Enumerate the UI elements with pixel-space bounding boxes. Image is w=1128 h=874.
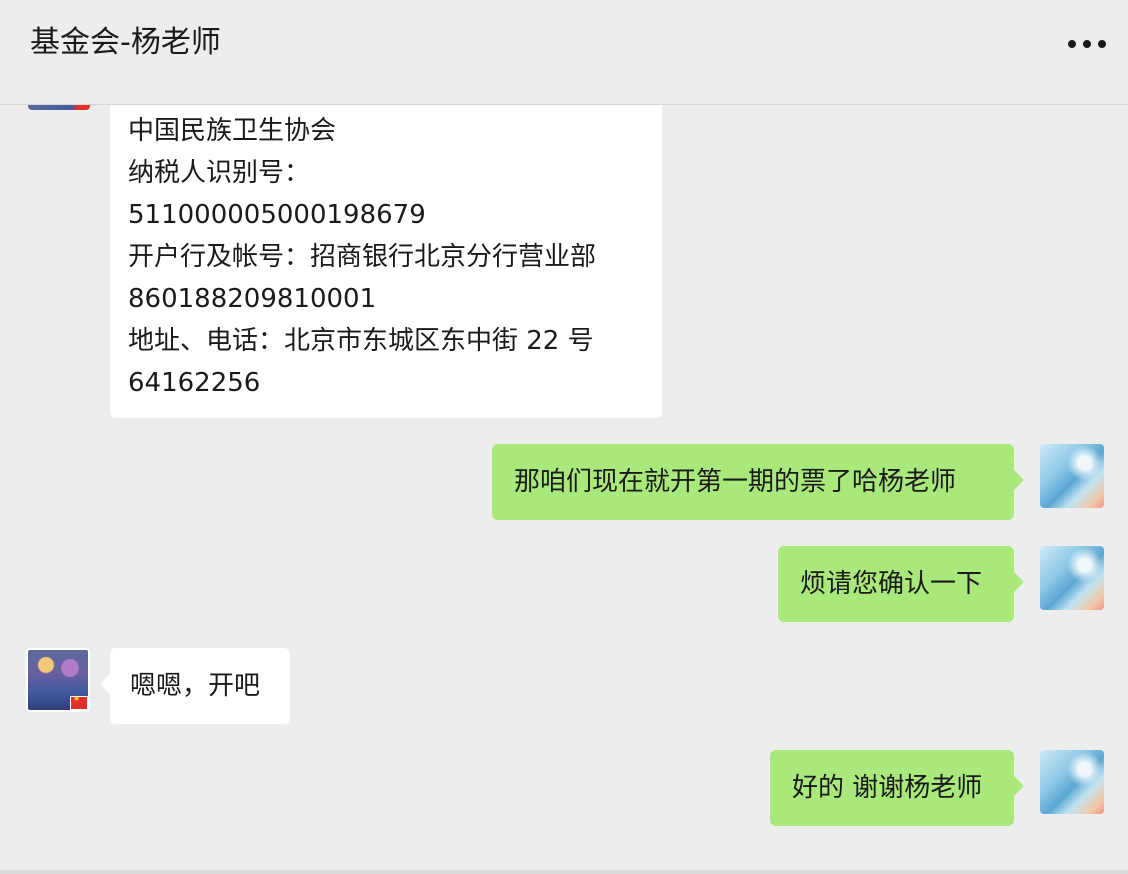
- more-dot: [1068, 40, 1076, 48]
- message-bubble-outgoing[interactable]: 那咱们现在就开第一期的票了哈杨老师: [492, 444, 1024, 520]
- my-avatar[interactable]: [1040, 546, 1104, 610]
- more-dot: [1083, 40, 1091, 48]
- message-text: 烦请您确认一下: [800, 569, 983, 599]
- more-dot: [1098, 40, 1106, 48]
- message-line: 开户行及帐号：招商银行北京分行营业部: [128, 242, 597, 272]
- message-bubble-outgoing[interactable]: 烦请您确认一下: [778, 546, 1024, 622]
- chat-header: 基金会-杨老师: [0, 0, 1128, 105]
- message-text: 好的 谢谢杨老师: [792, 773, 983, 803]
- message-bubble-incoming[interactable]: 中国民族卫生协会 纳税人识别号： 51100000500019867​9 开户行…: [110, 104, 662, 418]
- message-list[interactable]: 中国民族卫生协会 纳税人识别号： 51100000500019867​9 开户行…: [0, 104, 1128, 870]
- my-avatar[interactable]: [1040, 750, 1104, 814]
- divider: [0, 870, 1128, 874]
- message-line: 纳税人识别号：: [128, 158, 311, 188]
- more-horizontal-icon[interactable]: [1068, 34, 1106, 54]
- flag-badge-icon: [70, 694, 88, 710]
- message-text: 那咱们现在就开第一期的票了哈杨老师: [514, 467, 957, 497]
- message-line: 中国民族卫生协会: [128, 116, 337, 146]
- message-line: 地址、电话：北京市东城区东中街 22 号: [128, 326, 594, 356]
- message-bubble-outgoing[interactable]: 好的 谢谢杨老师: [770, 750, 1024, 826]
- chat-title: 基金会-杨老师: [30, 25, 221, 60]
- message-bubble-incoming[interactable]: 嗯嗯，开吧: [100, 648, 290, 724]
- message-line: 64162256: [128, 368, 261, 398]
- my-avatar[interactable]: [1040, 444, 1104, 508]
- message-text: 嗯嗯，开吧: [130, 671, 261, 701]
- message-line: 51100000500019867​9: [128, 200, 426, 230]
- contact-avatar[interactable]: [26, 648, 90, 712]
- message-line: 860188209810001: [128, 284, 377, 314]
